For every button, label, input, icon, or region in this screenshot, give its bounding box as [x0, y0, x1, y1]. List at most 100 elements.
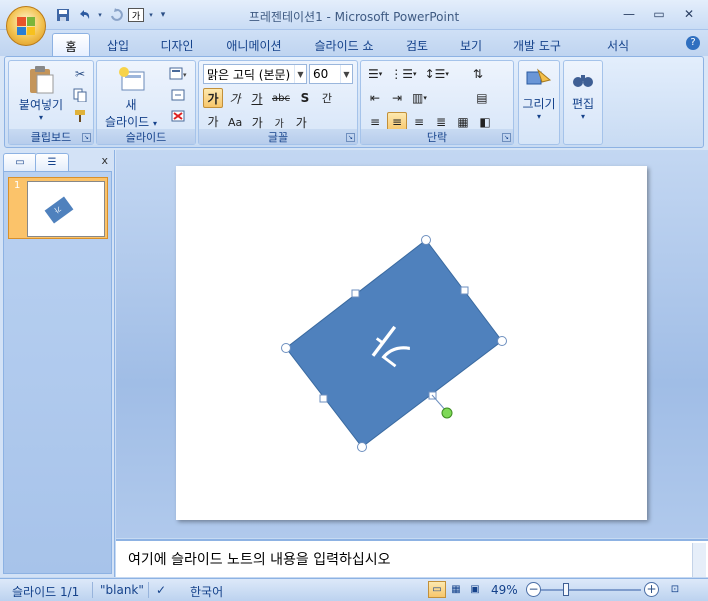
format-painter-icon[interactable] — [71, 107, 89, 125]
shapes-icon — [519, 65, 559, 95]
minimize-button[interactable]: — — [616, 5, 642, 23]
decrease-indent-icon: ⇤ — [369, 91, 381, 105]
notes-pane[interactable]: 여기에 슬라이드 노트의 내용을 입력하십시오 — [116, 539, 708, 577]
format-dropdown-icon[interactable]: ▾ — [147, 7, 155, 23]
align-text-icon: ▤ — [476, 91, 488, 105]
line-spacing-button[interactable]: ↕☰ ▾ — [422, 64, 452, 84]
slides-tab-icon[interactable]: ▭ — [3, 153, 37, 171]
title-bar: 프레젠테이션1 - Microsoft PowerPoint ▾ 가 ▾ ▾ —… — [0, 0, 708, 30]
strikethrough-button[interactable]: abc — [269, 88, 293, 108]
slide-canvas[interactable]: 가 — [176, 166, 647, 520]
tab-animation[interactable]: 애니메이션 — [216, 33, 292, 56]
tab-view[interactable]: 보기 — [450, 33, 492, 56]
language[interactable]: 한국어 — [190, 583, 223, 600]
justify-icon: ≣ — [435, 115, 447, 129]
save-icon[interactable] — [54, 7, 72, 23]
align-right-icon: ≡ — [413, 115, 425, 129]
zoom-in-button[interactable]: + — [644, 582, 659, 597]
pane-close-icon[interactable]: x — [101, 154, 108, 167]
copy-icon[interactable] — [71, 86, 89, 104]
office-button[interactable] — [6, 6, 46, 46]
group-paragraph: ☰ ▾ ⋮☰ ▾ ↕☰ ▾ ⇅ ⇤ ⇥ ▥ ▾ ▤ ≡ ≡ ≡ ≣ ▦ ◧ 단락 ↘ — [360, 60, 514, 145]
customize-qat-icon[interactable]: ▾ — [158, 7, 168, 23]
zoom-level[interactable]: 49% — [491, 583, 518, 597]
numbering-icon: ⋮☰ — [390, 67, 414, 81]
tab-format[interactable]: 서식 — [596, 33, 640, 56]
close-button[interactable]: ✕ — [676, 5, 702, 23]
tab-home[interactable]: 홈 — [52, 33, 90, 56]
spell-check-icon[interactable]: ✓ — [156, 583, 166, 597]
slide-thumbnail-item[interactable]: 1 가 — [8, 177, 108, 239]
columns-button[interactable]: ▥ ▾ — [409, 88, 430, 108]
clipboard-group-label: 클립보드 — [9, 129, 93, 144]
tab-developer[interactable]: 개발 도구 — [504, 33, 570, 56]
group-clipboard: 붙여넣기 ▾ ✂ 클립보드 ↘ — [8, 60, 94, 145]
tab-insert[interactable]: 삽입 — [96, 33, 140, 56]
slide-number: 1 — [14, 180, 21, 191]
redo-icon[interactable] — [107, 7, 125, 23]
group-editing: 편집 ▾ — [563, 60, 603, 145]
bold-button[interactable]: 가 — [203, 88, 223, 108]
outline-tab-icon[interactable]: ☰ — [35, 153, 69, 171]
slides-list: 1 가 — [3, 171, 112, 574]
align-text-button[interactable]: ▤ — [472, 88, 492, 108]
new-slide-label-1: 새 — [125, 98, 137, 112]
char-spacing-button[interactable]: 간 — [317, 88, 337, 108]
rotated-shape[interactable]: 가 — [285, 239, 503, 448]
paragraph-group-label: 단락 — [361, 129, 513, 144]
editing-button[interactable]: 편집 ▾ — [564, 65, 602, 121]
slideshow-view-icon[interactable]: ▣ — [466, 581, 484, 598]
increase-indent-button[interactable]: ⇥ — [387, 88, 407, 108]
binoculars-icon — [564, 65, 602, 95]
font-size-combo[interactable]: 60 ▼ — [309, 64, 353, 84]
undo-icon[interactable] — [75, 7, 93, 23]
tab-review[interactable]: 검토 — [396, 33, 438, 56]
decrease-indent-button[interactable]: ⇤ — [365, 88, 385, 108]
window-controls: — ▭ ✕ — [616, 5, 702, 23]
group-font: 맑은 고딕 (본문) ▼ 60 ▼ 가 가 가 abc S 간 가 Aa 가 가 가… — [198, 60, 358, 145]
undo-dropdown-icon[interactable]: ▾ — [96, 7, 104, 23]
smartart-icon: ◧ — [479, 115, 491, 129]
zoom-out-button[interactable]: − — [526, 582, 541, 597]
new-slide-button[interactable]: 새 슬라이드 ▾ — [99, 64, 163, 130]
delete-slide-icon[interactable] — [167, 107, 189, 125]
rotation-handle[interactable] — [441, 407, 453, 419]
tab-slideshow[interactable]: 슬라이드 쇼 — [304, 33, 384, 56]
maximize-button[interactable]: ▭ — [646, 5, 672, 23]
underline-button[interactable]: 가 — [247, 88, 267, 108]
italic-button[interactable]: 가 — [225, 88, 245, 108]
bullets-button[interactable]: ☰ ▾ — [365, 64, 385, 84]
cut-icon[interactable]: ✂ — [71, 65, 89, 83]
paste-button[interactable]: 붙여넣기 ▾ — [13, 64, 69, 122]
normal-view-icon[interactable]: ▭ — [428, 581, 446, 598]
format-glyph-icon[interactable]: 가 — [128, 8, 144, 22]
tab-design[interactable]: 디자인 — [150, 33, 204, 56]
font-name-combo[interactable]: 맑은 고딕 (본문) ▼ — [203, 64, 307, 84]
ribbon-tabs: 홈 삽입 디자인 애니메이션 슬라이드 쇼 검토 보기 개발 도구 서식 ? — [0, 30, 708, 56]
align-center-icon: ≡ — [391, 115, 403, 129]
notes-placeholder[interactable]: 여기에 슬라이드 노트의 내용을 입력하십시오 — [128, 549, 391, 569]
layout-icon[interactable]: ▾ — [167, 65, 189, 83]
fit-to-window-icon[interactable]: ⊡ — [666, 581, 684, 598]
new-slide-icon — [99, 64, 163, 96]
distribute-icon: ▦ — [457, 115, 469, 129]
line-spacing-icon: ↕☰ — [424, 67, 446, 81]
text-direction-button[interactable]: ⇅ — [468, 64, 488, 84]
zoom-slider-thumb[interactable] — [563, 583, 569, 596]
drawing-button[interactable]: 그리기 ▾ — [519, 65, 559, 121]
paste-icon — [13, 64, 69, 96]
slides-pane: ▭ ☰ x 1 가 — [0, 150, 115, 577]
numbering-button[interactable]: ⋮☰ ▾ — [387, 64, 419, 84]
slide-sorter-icon[interactable]: ▦ — [447, 581, 465, 598]
clipboard-launcher-icon[interactable]: ↘ — [82, 133, 91, 142]
zoom-slider[interactable] — [541, 583, 641, 596]
notes-scrollbar[interactable] — [692, 543, 706, 577]
help-icon[interactable]: ? — [686, 36, 700, 50]
reset-slide-icon[interactable] — [167, 86, 189, 104]
powerpoint-window: 프레젠테이션1 - Microsoft PowerPoint ▾ 가 ▾ ▾ —… — [0, 0, 708, 601]
text-direction-icon: ⇅ — [472, 67, 483, 81]
bullets-icon: ☰ — [368, 67, 379, 81]
font-launcher-icon[interactable]: ↘ — [346, 133, 355, 142]
paragraph-launcher-icon[interactable]: ↘ — [502, 133, 511, 142]
shadow-button[interactable]: S — [295, 88, 315, 108]
